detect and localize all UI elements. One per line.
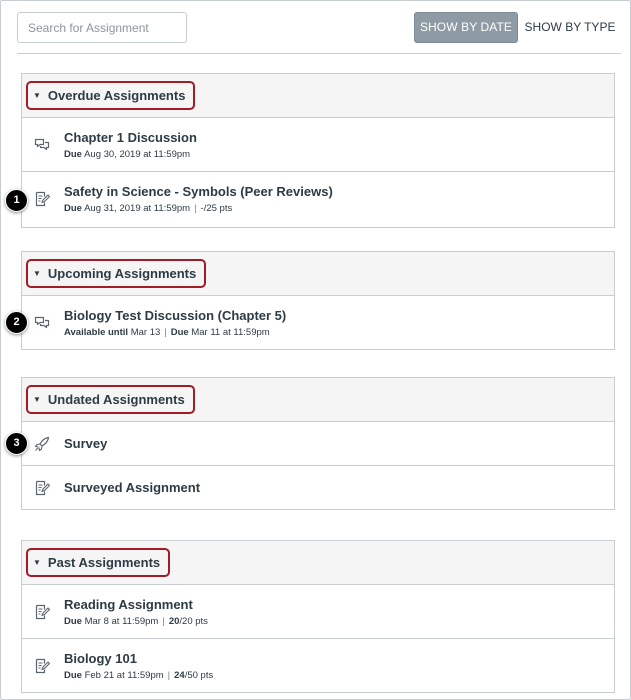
assignment-title[interactable]: Biology Test Discussion (Chapter 5) [64, 308, 286, 323]
group-label: Past Assignments [47, 555, 161, 570]
group-header-past: ▼ Past Assignments [22, 541, 614, 585]
assignment-row[interactable]: Surveyed Assignment [22, 466, 614, 510]
assignment-row[interactable]: Biology Test Discussion (Chapter 5) Avai… [22, 296, 614, 350]
score-earned: 20 [168, 616, 180, 627]
assignment-due-date: Due Mar 8 at 11:59pm | 20/20 pts [64, 616, 208, 627]
group-label: Overdue Assignments [47, 88, 186, 103]
survey-rocket-icon [34, 436, 50, 452]
assignment-icon [35, 658, 50, 674]
assignment-title[interactable]: Biology 101 [64, 651, 137, 666]
assignment-group-undated: ▼ Undated Assignments Survey Surveyed As… [21, 377, 615, 510]
assignment-icon [35, 191, 50, 207]
caret-down-icon: ▼ [33, 558, 41, 567]
score-total: /50 pts [184, 670, 214, 681]
show-by-date-button[interactable]: SHOW BY DATE [414, 12, 518, 43]
assignment-title[interactable]: Reading Assignment [64, 597, 193, 612]
callout-badge-3: 3 [5, 432, 28, 455]
toggle-undated-assignments[interactable]: ▼ Undated Assignments [26, 385, 195, 414]
assignment-dates: Available until Mar 13 | Due Mar 11 at 11:… [64, 327, 270, 338]
assignment-icon [35, 480, 50, 496]
discussion-icon [34, 316, 50, 329]
assignment-group-upcoming: ▼ Upcoming Assignments Biology Test Disc… [21, 251, 615, 350]
callout-badge-2: 2 [5, 311, 28, 334]
assignment-due-date: Due Aug 30, 2019 at 11:59pm [64, 149, 191, 160]
group-label: Undated Assignments [47, 392, 185, 407]
toolbar-divider [17, 53, 621, 54]
caret-down-icon: ▼ [33, 269, 41, 278]
toggle-upcoming-assignments[interactable]: ▼ Upcoming Assignments [26, 259, 207, 288]
callout-badge-1: 1 [5, 189, 28, 212]
assignment-row[interactable]: Reading Assignment Due Mar 8 at 11:59pm |… [22, 585, 614, 639]
assignment-title[interactable]: Survey [64, 436, 107, 451]
assignment-group-past: ▼ Past Assignments Reading Assignment Du… [21, 540, 615, 693]
group-header-upcoming: ▼ Upcoming Assignments [22, 252, 614, 296]
group-header-undated: ▼ Undated Assignments [22, 378, 614, 422]
search-input[interactable] [17, 12, 187, 43]
assignment-row[interactable]: Safety in Science - Symbols (Peer Review… [22, 172, 614, 226]
score-total: /20 pts [179, 616, 208, 627]
show-by-type-button[interactable]: SHOW BY TYPE [524, 12, 616, 43]
score-earned: 24 [174, 670, 185, 681]
assignment-title[interactable]: Chapter 1 Discussion [64, 130, 197, 145]
group-header-overdue: ▼ Overdue Assignments [22, 74, 614, 118]
caret-down-icon: ▼ [33, 395, 41, 404]
toggle-overdue-assignments[interactable]: ▼ Overdue Assignments [26, 81, 196, 110]
assignment-row[interactable]: Survey [22, 422, 614, 466]
caret-down-icon: ▼ [33, 91, 41, 100]
assignment-title[interactable]: Safety in Science - Symbols (Peer Review… [64, 184, 333, 199]
assignment-group-overdue: ▼ Overdue Assignments Chapter 1 Discussi… [21, 73, 615, 228]
assignment-row[interactable]: Chapter 1 Discussion Due Aug 30, 2019 at… [22, 118, 614, 172]
assignment-due-date: Due Aug 31, 2019 at 11:59pm | -/25 pts [64, 203, 233, 214]
assignment-score: -/25 pts [200, 203, 233, 214]
discussion-icon [34, 138, 50, 151]
toggle-past-assignments[interactable]: ▼ Past Assignments [26, 548, 171, 577]
assignment-title[interactable]: Surveyed Assignment [64, 480, 200, 495]
assignment-icon [35, 604, 50, 620]
assignment-due-date: Due Feb 21 at 11:59pm | 24/50 pts [64, 670, 214, 681]
assignment-row[interactable]: Biology 101 Due Feb 21 at 11:59pm | 24/50 … [22, 639, 614, 693]
group-label: Upcoming Assignments [47, 266, 197, 281]
